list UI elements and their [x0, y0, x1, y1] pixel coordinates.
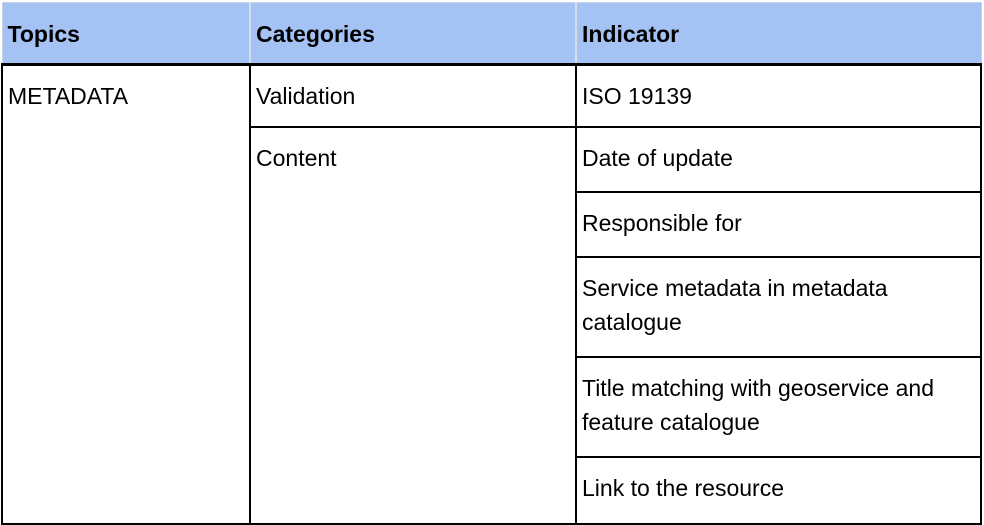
category-cell-validation: Validation	[249, 63, 577, 128]
topic-cell: METADATA	[1, 63, 251, 525]
table-row: METADATA Validation ISO 19139	[1, 63, 982, 525]
header-topics: Topics	[1, 2, 251, 66]
indicator-cell: Link to the resource	[575, 456, 982, 525]
indicator-table: Topics Categories Indicator METADATA Val…	[1, 2, 982, 525]
indicator-cell: Service metadata in metadata catalogue	[575, 256, 982, 358]
indicator-cell: Date of update	[575, 126, 982, 193]
header-categories: Categories	[249, 2, 577, 66]
indicator-cell: Title matching with geoservice and featu…	[575, 356, 982, 458]
indicator-cell: ISO 19139	[575, 63, 982, 128]
header-indicator: Indicator	[575, 2, 982, 66]
category-cell-content: Content	[249, 126, 577, 525]
header-row: Topics Categories Indicator	[1, 2, 982, 66]
indicator-cell: Responsible for	[575, 191, 982, 258]
